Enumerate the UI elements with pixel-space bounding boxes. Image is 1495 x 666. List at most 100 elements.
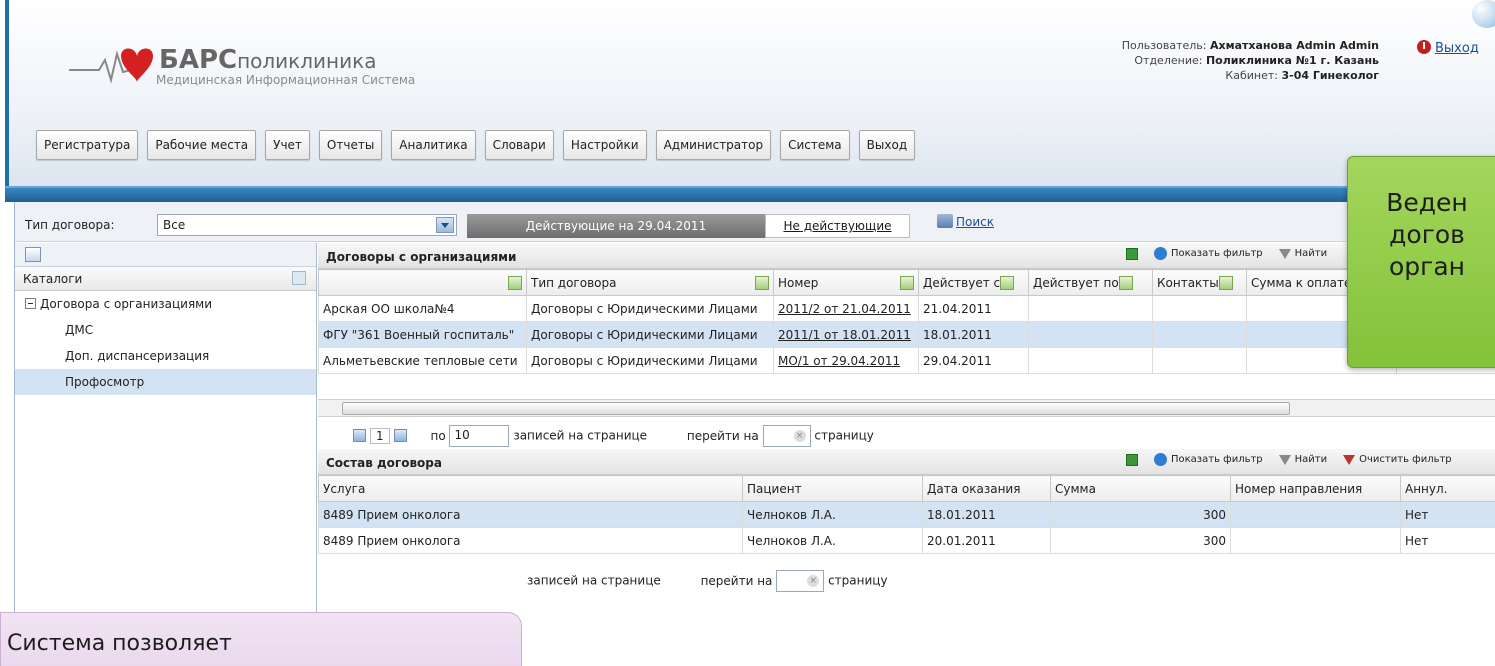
columns-icon[interactable] xyxy=(1118,275,1133,290)
menu-reports[interactable]: Отчеты xyxy=(318,130,383,160)
cell-amount: 300 xyxy=(1050,501,1231,528)
clear-filter-icon xyxy=(1343,454,1356,465)
table-row[interactable]: Арская ОО школа№4 Договоры с Юридическим… xyxy=(318,295,1495,322)
columns-icon[interactable] xyxy=(1218,275,1233,290)
composition-toolbar: Показать фильтр Найти Очистить фильтр xyxy=(1126,453,1452,466)
goto-label: перейти на xyxy=(700,573,773,588)
search-icon xyxy=(937,214,953,228)
show-filter-button[interactable]: Показать фильтр xyxy=(1154,247,1263,260)
cell-number-link[interactable]: 2011/2 от 21.04.2011 xyxy=(773,295,919,322)
menu-analytics[interactable]: Аналитика xyxy=(391,130,476,160)
arrow-down-icon xyxy=(1154,453,1167,466)
active-contracts-tab[interactable]: Действующие на 29.04.2011 xyxy=(467,214,765,238)
page-number[interactable]: 1 xyxy=(370,427,390,444)
scrollbar-thumb[interactable] xyxy=(342,402,1290,415)
horizontal-scrollbar[interactable] xyxy=(318,399,1495,417)
goto-label: перейти на xyxy=(686,428,759,443)
catalog-toolbar xyxy=(15,243,316,267)
arrow-down-icon xyxy=(1154,247,1167,260)
clear-filter-button[interactable]: Очистить фильтр xyxy=(1343,454,1452,465)
col-referral[interactable]: Номер направления xyxy=(1230,475,1401,502)
tree-item-root[interactable]: Договора с организациями xyxy=(15,291,316,317)
cell-number-link[interactable]: 2011/1 от 18.01.2011 xyxy=(773,321,919,348)
table-row[interactable]: Альметьевские тепловые сети Договоры с Ю… xyxy=(318,347,1495,374)
user-info: Пользователь: Ахматханова Admin Admin От… xyxy=(1121,39,1379,82)
per-page-select[interactable]: 10 xyxy=(449,425,510,447)
composition-header-row: Услуга Пациент Дата оказания Сумма Номер… xyxy=(318,475,1495,502)
columns-icon[interactable] xyxy=(755,275,769,290)
chevron-down-icon[interactable] xyxy=(436,217,454,233)
menu-dictionaries[interactable]: Словари xyxy=(484,130,554,160)
find-button[interactable]: Найти xyxy=(1278,248,1327,259)
cell-from: 21.04.2011 xyxy=(918,295,1029,322)
cell-type: Договоры с Юридическими Лицами xyxy=(526,347,774,374)
col-contacts[interactable]: Контакты xyxy=(1152,269,1247,296)
globe-icon xyxy=(1472,0,1495,28)
logout-link[interactable]: Выход xyxy=(1417,40,1479,56)
contracts-panel: Договоры с организациями Показать фильтр… xyxy=(318,243,1495,666)
col-cancelled[interactable]: Аннул. xyxy=(1400,475,1495,502)
col-number[interactable]: Номер xyxy=(773,269,919,296)
contract-type-select[interactable]: Все xyxy=(157,214,457,236)
columns-icon[interactable] xyxy=(1000,275,1015,290)
edit-icon[interactable] xyxy=(25,247,41,262)
cell-patient: Челноков Л.А. xyxy=(742,501,923,528)
find-button[interactable]: Найти xyxy=(1278,454,1327,465)
prev-page-icon[interactable] xyxy=(353,428,366,442)
menu-settings[interactable]: Настройки xyxy=(562,130,647,160)
col-type[interactable]: Тип договора xyxy=(526,269,774,296)
inactive-contracts-tab[interactable]: Не действующие xyxy=(765,214,910,238)
excel-export-icon[interactable] xyxy=(1126,453,1138,466)
callout-line: орган xyxy=(1389,252,1465,281)
filter-icon xyxy=(1278,248,1291,259)
collapse-icon[interactable] xyxy=(25,298,36,309)
excel-export-icon[interactable] xyxy=(1126,247,1138,260)
show-filter-button[interactable]: Показать фильтр xyxy=(1154,453,1263,466)
sort-icon[interactable] xyxy=(292,271,306,285)
col-from[interactable]: Действует с xyxy=(918,269,1029,296)
goto-page-input[interactable]: × xyxy=(762,425,811,447)
tree-item-dms[interactable]: ДМС xyxy=(15,317,316,343)
callout-line: Веден xyxy=(1386,188,1468,217)
brand-subtitle: Медицинская Информационная Система xyxy=(156,73,416,87)
goto-page-input[interactable]: × xyxy=(776,570,825,592)
menu-accounting[interactable]: Учет xyxy=(265,130,310,160)
menu-workplaces[interactable]: Рабочие места xyxy=(147,130,257,160)
composition-title: Состав договора Показать фильтр Найти Оч… xyxy=(318,449,1495,475)
cell-from: 29.04.2011 xyxy=(918,347,1029,374)
main-menu: Регистратура Рабочие места Учет Отчеты А… xyxy=(36,130,916,160)
col-service[interactable]: Услуга xyxy=(318,475,743,502)
clear-icon[interactable]: × xyxy=(793,430,806,442)
per-page-prefix: по xyxy=(430,428,446,443)
table-row[interactable]: ФГУ "361 Военный госпиталь" Договоры с Ю… xyxy=(318,321,1495,348)
cell-number-link[interactable]: МО/1 от 29.04.2011 xyxy=(773,347,919,374)
contract-type-label: Тип договора: xyxy=(25,218,115,232)
col-amount[interactable]: Сумма xyxy=(1050,475,1231,502)
col-to[interactable]: Действует по xyxy=(1028,269,1153,296)
clear-icon[interactable]: × xyxy=(807,575,820,587)
table-row[interactable]: 8489 Прием онколога Челноков Л.А. 20.01.… xyxy=(318,527,1495,554)
tree-item-checkup[interactable]: Профосмотр xyxy=(15,369,316,395)
filter-icon xyxy=(1278,454,1291,465)
contracts-table: Тип договора Номер Действует с Действует… xyxy=(318,269,1495,374)
cell-date: 18.01.2011 xyxy=(922,501,1051,528)
columns-icon[interactable] xyxy=(508,275,522,290)
tree-item-dispensary[interactable]: Доп. диспансеризация xyxy=(15,343,316,369)
contracts-pager: 1 по 10 записей на странице перейти на ×… xyxy=(318,417,1495,449)
menu-admin[interactable]: Администратор xyxy=(655,130,772,160)
col-date[interactable]: Дата оказания xyxy=(922,475,1051,502)
cell-date: 20.01.2011 xyxy=(922,527,1051,554)
catalog-panel: Каталоги Договора с организациями ДМС До… xyxy=(15,243,317,666)
cell-referral xyxy=(1230,527,1401,554)
cell-cancelled: Нет xyxy=(1400,501,1495,528)
columns-icon[interactable] xyxy=(900,275,914,290)
menu-system[interactable]: Система xyxy=(780,130,850,160)
next-page-icon[interactable] xyxy=(393,428,407,442)
cell-type: Договоры с Юридическими Лицами xyxy=(526,321,774,348)
table-row[interactable]: 8489 Прием онколога Челноков Л.А. 18.01.… xyxy=(318,501,1495,528)
col-patient[interactable]: Пациент xyxy=(742,475,923,502)
search-link[interactable]: Поиск xyxy=(937,214,994,229)
menu-exit[interactable]: Выход xyxy=(858,130,916,160)
col-org[interactable] xyxy=(318,269,527,296)
menu-registry[interactable]: Регистратура xyxy=(36,130,139,160)
